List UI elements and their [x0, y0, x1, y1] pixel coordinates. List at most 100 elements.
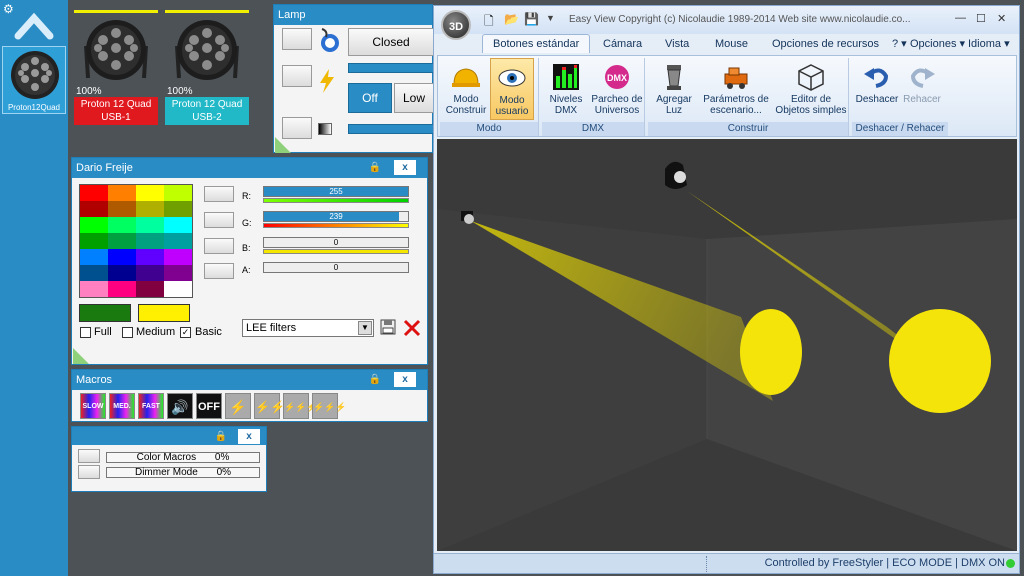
maximize-button[interactable]: ☐ — [976, 12, 986, 25]
palette-color-11[interactable] — [164, 217, 192, 233]
red-slider[interactable]: 255 — [263, 186, 409, 197]
tab-opciones-recursos[interactable]: Opciones de recursos — [772, 38, 879, 50]
green-slider[interactable]: 239 — [263, 211, 409, 222]
palette-color-15[interactable] — [164, 233, 192, 249]
green-preset-button[interactable] — [204, 212, 234, 228]
palette-color-17[interactable] — [108, 249, 136, 265]
fixture-thumbnail[interactable]: Proton12Quad — [2, 46, 66, 114]
options-menu[interactable]: Opciones ▾ — [910, 37, 965, 50]
minimize-button[interactable]: — — [955, 12, 966, 24]
strobe-3-icon[interactable]: ⚡⚡⚡ — [283, 393, 318, 419]
save-icon[interactable] — [380, 319, 396, 335]
filter-select[interactable]: LEE filters ▼ — [242, 319, 374, 337]
palette-color-10[interactable] — [136, 217, 164, 233]
lamp-preset-button[interactable] — [282, 28, 312, 50]
basic-checkbox[interactable]: ✓ — [180, 327, 191, 338]
language-menu[interactable]: Idioma ▾ — [968, 37, 1010, 50]
sound-icon[interactable]: 🔊 — [167, 393, 193, 419]
close-button[interactable]: x — [238, 429, 260, 444]
lamp-low-button[interactable]: Low — [394, 83, 434, 113]
lock-icon[interactable]: 🔒 — [364, 372, 386, 387]
target-color-swatch[interactable] — [138, 304, 190, 322]
strobe-4-icon[interactable]: ⚡⚡⚡ — [312, 393, 347, 419]
blue-preset-button[interactable] — [204, 238, 234, 254]
help-menu[interactable]: ? ▾ — [892, 37, 907, 50]
palette-color-13[interactable] — [108, 233, 136, 249]
niveles-dmx-button[interactable]: Niveles DMX — [544, 58, 588, 120]
tab-camara[interactable]: Cámara — [603, 38, 642, 50]
lamp-off-button[interactable]: Off — [348, 83, 392, 113]
palette-color-24[interactable] — [80, 281, 108, 297]
add-corner-icon[interactable] — [73, 348, 89, 364]
shutter-closed-button[interactable]: Closed — [348, 28, 434, 56]
lock-icon[interactable]: 🔒 — [210, 429, 232, 444]
palette-color-26[interactable] — [136, 281, 164, 297]
macro-med-button[interactable]: MED. — [109, 393, 135, 419]
editor-objetos-button[interactable]: Editor de Objetos simples — [774, 58, 848, 120]
strobe-1-icon[interactable]: ⚡ — [225, 393, 251, 419]
deshacer-button[interactable]: Deshacer — [854, 58, 900, 120]
strobe-slider[interactable] — [348, 63, 434, 73]
fixture-card-usb1[interactable]: 100% Proton 12 Quad USB-1 — [74, 10, 158, 125]
new-file-icon[interactable]: 🗋 — [484, 12, 494, 33]
scroll-up-icon[interactable] — [14, 10, 54, 42]
red-preset-button[interactable] — [204, 186, 234, 202]
quick-access-chevron-icon[interactable]: ▼ — [546, 13, 555, 23]
3d-viewport[interactable] — [437, 139, 1017, 551]
palette-color-23[interactable] — [164, 265, 192, 281]
close-button[interactable]: x — [394, 160, 416, 175]
palette-color-19[interactable] — [164, 249, 192, 265]
palette-color-6[interactable] — [136, 201, 164, 217]
tab-vista[interactable]: Vista — [665, 38, 689, 50]
macro-fast-button[interactable]: FAST — [138, 393, 164, 419]
color-macros-button[interactable] — [78, 449, 100, 463]
close-button[interactable]: x — [394, 372, 416, 387]
full-checkbox[interactable] — [80, 327, 91, 338]
close-window-button[interactable]: ✕ — [997, 12, 1006, 25]
tab-botones-estandar[interactable]: Botones estándar — [482, 34, 591, 53]
modo-usuario-button[interactable]: Modo usuario — [490, 58, 534, 120]
medium-checkbox[interactable] — [122, 327, 133, 338]
parcheo-universos-button[interactable]: DMX Parcheo de Universos — [590, 58, 644, 120]
strobe-preset-button[interactable] — [282, 65, 312, 87]
palette-color-5[interactable] — [108, 201, 136, 217]
delete-icon[interactable] — [402, 318, 422, 338]
dimmer-mode-button[interactable] — [78, 465, 100, 479]
fixture-card-usb2[interactable]: 100% Proton 12 Quad USB-2 — [165, 10, 249, 125]
dimmer-slider[interactable] — [348, 124, 434, 134]
open-folder-icon[interactable]: 📂 — [504, 12, 519, 26]
palette-color-16[interactable] — [80, 249, 108, 265]
palette-color-9[interactable] — [108, 217, 136, 233]
macro-slow-button[interactable]: SLOW — [80, 393, 106, 419]
palette-color-22[interactable] — [136, 265, 164, 281]
palette-color-18[interactable] — [136, 249, 164, 265]
palette-color-21[interactable] — [108, 265, 136, 281]
palette-color-0[interactable] — [80, 185, 108, 201]
modo-construir-button[interactable]: Modo Construir — [444, 58, 488, 120]
tab-mouse[interactable]: Mouse — [715, 38, 748, 50]
dimmer-preset-button[interactable] — [282, 117, 312, 139]
amber-slider[interactable]: 0 — [263, 262, 409, 273]
palette-color-8[interactable] — [80, 217, 108, 233]
parametros-escenario-button[interactable]: Parámetros de escenario... — [700, 58, 772, 120]
palette-color-7[interactable] — [164, 201, 192, 217]
gear-icon[interactable]: ⚙ — [3, 2, 14, 16]
add-corner-icon[interactable] — [275, 137, 291, 153]
color-palette[interactable] — [79, 184, 193, 298]
palette-color-27[interactable] — [164, 281, 192, 297]
app-orb-button[interactable]: 3D — [441, 10, 471, 40]
palette-color-2[interactable] — [136, 185, 164, 201]
blue-slider[interactable]: 0 — [263, 237, 409, 248]
amber-preset-button[interactable] — [204, 263, 234, 279]
chevron-down-icon[interactable]: ▼ — [358, 321, 372, 335]
palette-color-20[interactable] — [80, 265, 108, 281]
rehacer-button[interactable]: Rehacer — [900, 58, 944, 120]
strobe-2-icon[interactable]: ⚡⚡ — [254, 393, 285, 419]
lock-icon[interactable]: 🔒 — [364, 160, 386, 175]
save-icon[interactable]: 💾 — [524, 12, 539, 26]
palette-color-1[interactable] — [108, 185, 136, 201]
macro-off-button[interactable]: OFF — [196, 393, 222, 419]
palette-color-4[interactable] — [80, 201, 108, 217]
palette-color-14[interactable] — [136, 233, 164, 249]
current-color-swatch[interactable] — [79, 304, 131, 322]
